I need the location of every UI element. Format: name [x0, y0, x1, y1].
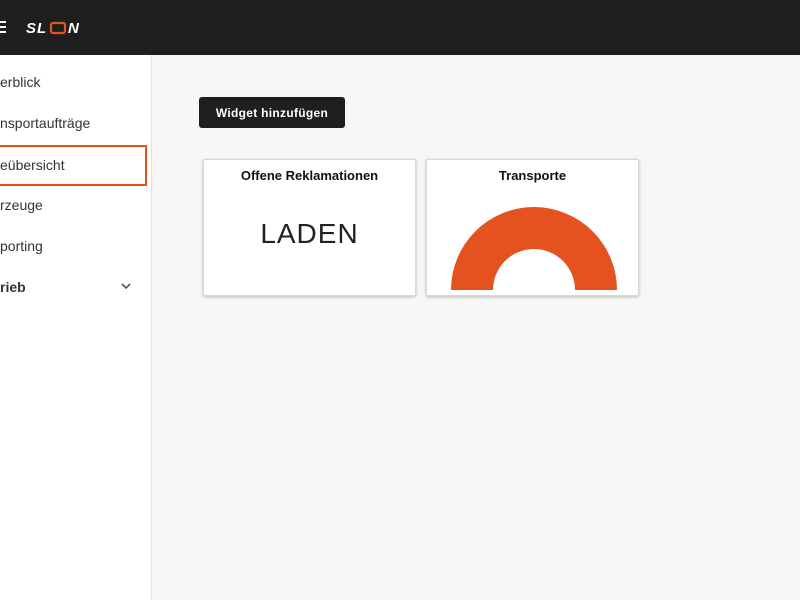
- sidebar-item-summary[interactable]: eübersicht: [0, 145, 147, 186]
- sidebar-item-transport-orders[interactable]: nsportaufträge: [0, 103, 147, 143]
- widget-transports[interactable]: Transporte: [426, 159, 639, 296]
- sidebar-item-operations[interactable]: rieb: [0, 267, 147, 307]
- sidebar-item-label: rieb: [0, 279, 26, 295]
- transport-gauge: [451, 207, 617, 290]
- slon-logo[interactable]: SL N: [26, 18, 88, 38]
- chevron-down-icon[interactable]: [120, 280, 132, 292]
- gauge-arc: [451, 207, 617, 290]
- widget-open-complaints[interactable]: Offene Reklamationen LADEN: [203, 159, 416, 296]
- sidebar-item-vehicles[interactable]: rzeuge: [0, 185, 147, 225]
- svg-text:SL: SL: [26, 20, 47, 37]
- sidebar-item-overview[interactable]: erblick: [0, 62, 147, 102]
- sidebar-item-label: nsportaufträge: [0, 115, 91, 131]
- widget-title: Offene Reklamationen: [240, 168, 379, 183]
- svg-text:N: N: [68, 20, 80, 37]
- widget-title: Transporte: [498, 168, 567, 183]
- widget-loading-value: LADEN: [260, 218, 359, 249]
- add-widget-button[interactable]: Widget hinzufügen: [199, 97, 345, 128]
- sidebar-item-label: rzeuge: [0, 197, 43, 213]
- sidebar-item-label: erblick: [0, 74, 41, 90]
- sidebar: erblick nsportaufträge eübersicht rzeuge…: [0, 55, 152, 600]
- sidebar-item-label: eübersicht: [0, 157, 65, 173]
- sidebar-item-label: porting: [0, 238, 43, 254]
- sidebar-item-reporting[interactable]: porting: [0, 226, 147, 266]
- top-bar: SL N: [0, 0, 800, 55]
- menu-icon[interactable]: [0, 21, 6, 33]
